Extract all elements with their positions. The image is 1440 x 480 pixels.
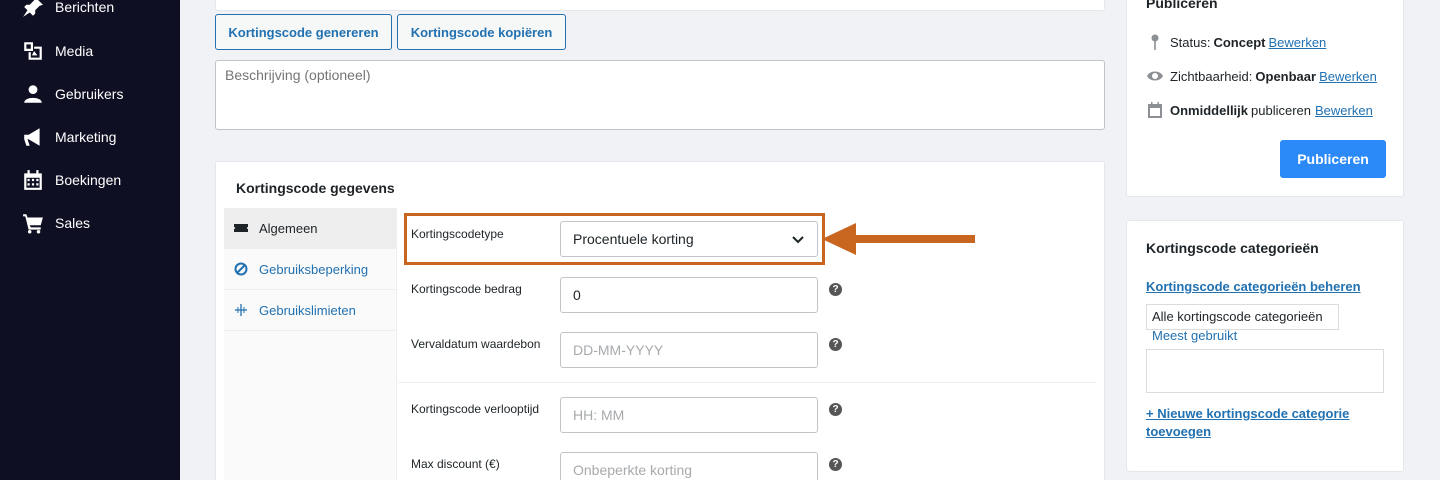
- ticket-icon: [234, 224, 248, 232]
- tab-all-categories[interactable]: Alle kortingscode categorieën: [1146, 304, 1339, 330]
- visibility-value: Openbaar: [1255, 68, 1317, 84]
- expiry-date-input[interactable]: DD-MM-YYYY: [560, 332, 818, 368]
- sidebar-item-label: Marketing: [55, 129, 117, 145]
- categories-title: Kortingscode categorieën: [1146, 240, 1319, 256]
- sidebar-item-label: Media: [55, 43, 94, 59]
- tab-label: Gebruikslimieten: [259, 302, 356, 318]
- sidebar-item-label: Boekingen: [55, 172, 122, 188]
- arrow-annotation-icon: [822, 223, 975, 255]
- schedule-immediately: Onmiddellijk: [1170, 102, 1249, 118]
- help-icon[interactable]: ?: [829, 403, 842, 416]
- cart-icon: [23, 214, 43, 234]
- coupon-tabs: Algemeen Gebruiksbeperking Gebruikslimie…: [224, 208, 397, 480]
- admin-sidebar: Berichten Media Gebruikers Marketing Boe…: [0, 0, 180, 480]
- coupon-amount-label: Kortingscode bedrag: [411, 282, 522, 296]
- expiry-date-label: Vervaldatum waardebon: [411, 337, 541, 351]
- publish-button[interactable]: Publiceren: [1280, 140, 1386, 178]
- sidebar-item-boekingen[interactable]: Boekingen: [22, 169, 121, 191]
- calendar-icon: [24, 170, 42, 190]
- sidebar-item-label: Gebruikers: [55, 86, 124, 102]
- tab-algemeen[interactable]: Algemeen: [224, 208, 397, 249]
- schedule-text: publiceren: [1251, 102, 1312, 118]
- megaphone-icon: [24, 128, 40, 146]
- panel-title: Kortingscode gegevens: [236, 180, 395, 196]
- pin-icon: [1151, 34, 1159, 50]
- max-discount-label: Max discount (€): [411, 457, 500, 471]
- publish-title: Publiceren: [1146, 0, 1218, 11]
- edit-status-link[interactable]: Bewerken: [1268, 35, 1326, 50]
- sidebar-item-marketing[interactable]: Marketing: [22, 126, 116, 148]
- expiry-time-label: Kortingscode verlooptijd: [411, 402, 540, 416]
- help-icon[interactable]: ?: [829, 338, 842, 351]
- highlight-box: [404, 213, 825, 265]
- add-category-link[interactable]: + Nieuwe kortingscode categorie toevoege…: [1146, 405, 1376, 441]
- visibility-label: Zichtbaarheid:: [1170, 68, 1253, 84]
- tab-label: Gebruiksbeperking: [259, 261, 369, 277]
- sidebar-item-label: Sales: [55, 215, 91, 231]
- title-input[interactable]: [215, 0, 1105, 11]
- divider: [398, 382, 1096, 383]
- status-label: Status:: [1170, 34, 1211, 50]
- limits-icon: [235, 304, 247, 316]
- block-icon: [234, 262, 248, 276]
- tab-most-used[interactable]: Meest gebruikt: [1152, 328, 1237, 343]
- tab-gebruiksbeperking[interactable]: Gebruiksbeperking: [224, 249, 397, 290]
- sidebar-item-label: Berichten: [55, 0, 115, 15]
- max-discount-input[interactable]: Onbeperkte korting: [560, 452, 818, 480]
- help-icon[interactable]: ?: [829, 458, 842, 471]
- help-icon[interactable]: ?: [829, 283, 842, 296]
- expiry-time-input[interactable]: HH: MM: [560, 397, 818, 433]
- tab-label: Algemeen: [259, 220, 318, 236]
- copy-coupon-button[interactable]: Kortingscode kopiëren: [397, 14, 566, 50]
- pin-icon: [23, 0, 43, 17]
- sidebar-item-berichten[interactable]: Berichten: [22, 0, 114, 18]
- sidebar-item-sales[interactable]: Sales: [22, 212, 90, 234]
- calendar-icon: [1148, 102, 1162, 118]
- tab-gebruikslimieten[interactable]: Gebruikslimieten: [224, 290, 397, 331]
- sidebar-item-media[interactable]: Media: [22, 40, 93, 62]
- status-row: Status: Concept Bewerken: [1146, 33, 1326, 51]
- users-icon: [24, 85, 42, 103]
- visibility-row: Zichtbaarheid: Openbaar Bewerken: [1146, 67, 1377, 85]
- edit-visibility-link[interactable]: Bewerken: [1319, 69, 1377, 84]
- coupon-amount-input[interactable]: 0: [560, 277, 818, 313]
- media-icon: [24, 42, 42, 60]
- status-value: Concept: [1213, 34, 1266, 50]
- sidebar-item-gebruikers[interactable]: Gebruikers: [22, 83, 123, 105]
- description-textarea[interactable]: [215, 60, 1105, 130]
- category-checklist[interactable]: [1146, 349, 1384, 393]
- manage-categories-link[interactable]: Kortingscode categorieën beheren: [1146, 279, 1361, 294]
- generate-coupon-button[interactable]: Kortingscode genereren: [215, 14, 392, 50]
- edit-schedule-link[interactable]: Bewerken: [1315, 103, 1373, 118]
- schedule-row: Onmiddellijk publiceren Bewerken: [1146, 101, 1373, 119]
- eye-icon: [1147, 71, 1163, 81]
